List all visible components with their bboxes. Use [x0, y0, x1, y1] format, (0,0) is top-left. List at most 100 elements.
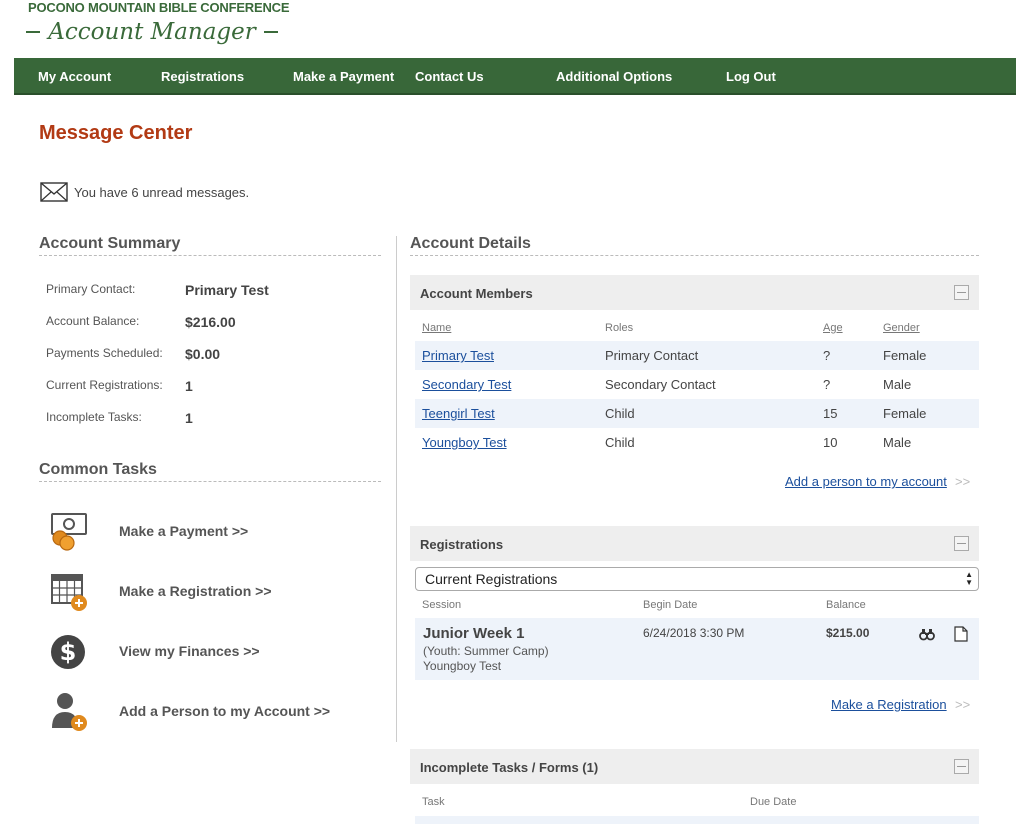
col-age[interactable]: Age: [823, 322, 843, 334]
summary-current-registrations: 1: [185, 378, 193, 394]
table-row: Teengirl Test Child 15 Female: [415, 399, 979, 428]
col-task: Task: [422, 796, 445, 808]
summary-label: Payments Scheduled:: [46, 346, 163, 360]
dollar-icon: $: [51, 635, 85, 669]
registration-filter-value: Current Registrations: [425, 571, 558, 587]
member-gender: Male: [883, 377, 912, 392]
registrations-title: Registrations: [420, 537, 504, 552]
task-view-my-finances[interactable]: $ View my Finances >>: [48, 629, 260, 673]
nav-additional-options[interactable]: Additional Options: [556, 58, 672, 95]
registration-session: Junior Week 1: [423, 625, 525, 642]
member-gender: Female: [883, 348, 927, 363]
table-row: Primary Test Primary Contact ? Female: [415, 341, 979, 370]
add-person-link[interactable]: Add a person to my account: [785, 474, 947, 489]
divider: [39, 481, 381, 482]
member-role: Secondary Contact: [605, 377, 716, 392]
logo-org-name: POCONO MOUNTAIN BIBLE CONFERENCE: [28, 0, 290, 15]
divider: [410, 255, 979, 256]
incomplete-tasks-header: Incomplete Tasks / Forms (1): [410, 749, 979, 784]
member-name-link[interactable]: Youngboy Test: [422, 435, 507, 450]
col-due-date: Due Date: [750, 796, 797, 808]
column-divider: [396, 236, 397, 742]
col-session: Session: [422, 599, 462, 611]
col-name[interactable]: Name: [422, 322, 451, 334]
registration-begin-date: 6/24/2018 3:30 PM: [643, 626, 745, 640]
summary-payments-scheduled: $0.00: [185, 346, 221, 362]
summary-incomplete-tasks: 1: [185, 410, 193, 426]
payment-icon: [51, 513, 87, 551]
add-person-icon: [52, 693, 87, 731]
unread-messages[interactable]: You have 6 unread messages.: [40, 182, 249, 202]
task-add-a-person[interactable]: Add a Person to my Account >>: [48, 689, 330, 733]
member-role: Child: [605, 435, 635, 450]
member-name-link[interactable]: Teengirl Test: [422, 406, 495, 421]
member-name-link[interactable]: Secondary Test: [422, 377, 511, 392]
member-age: ?: [823, 348, 831, 363]
member-age: 10: [823, 435, 838, 450]
member-gender: Male: [883, 435, 912, 450]
document-icon[interactable]: [953, 626, 969, 642]
member-age: 15: [823, 406, 838, 421]
account-members-title: Account Members: [420, 286, 533, 301]
table-row: Youngboy Test Child 10 Male: [415, 428, 979, 457]
account-members-header: Account Members: [410, 275, 979, 310]
page-title: Message Center: [39, 122, 193, 144]
member-name-link[interactable]: Primary Test: [422, 348, 494, 363]
select-arrows-icon: ▲ ▼: [965, 570, 973, 587]
registration-type: (Youth: Summer Camp): [423, 644, 549, 658]
member-age: ?: [823, 377, 831, 392]
member-role: Child: [605, 406, 635, 421]
nav-make-a-payment[interactable]: Make a Payment: [293, 58, 394, 95]
task-label: Make a Registration >>: [119, 583, 272, 599]
task-label: View my Finances >>: [119, 643, 260, 659]
task-label: Add a Person to my Account >>: [119, 703, 331, 719]
account-summary-title: Account Summary: [39, 235, 181, 252]
chevrons: >>: [955, 474, 971, 489]
account-details-title: Account Details: [410, 235, 531, 252]
chevrons: >>: [955, 697, 971, 712]
summary-account-balance: $216.00: [185, 314, 236, 330]
summary-primary-contact: Primary Test: [185, 282, 269, 298]
summary-label: Primary Contact:: [46, 282, 136, 296]
registration-person: Youngboy Test: [423, 659, 502, 673]
main-nav: My Account Registrations Make a Payment …: [14, 58, 1016, 95]
task-label: Make a Payment >>: [119, 523, 249, 539]
nav-registrations[interactable]: Registrations: [161, 58, 244, 95]
task-make-a-payment[interactable]: Make a Payment >>: [48, 509, 248, 553]
logo-app-name: Account Manager: [48, 19, 256, 45]
member-gender: Female: [883, 406, 927, 421]
nav-contact-us[interactable]: Contact Us: [415, 58, 484, 95]
col-balance: Balance: [826, 599, 866, 611]
task-make-a-registration[interactable]: Make a Registration >>: [48, 569, 272, 613]
table-row: Secondary Test Secondary Contact ? Male: [415, 370, 979, 399]
common-tasks-title: Common Tasks: [39, 461, 157, 478]
logo-rule-right: [263, 31, 278, 33]
registrations-header: Registrations: [410, 526, 979, 561]
summary-label: Current Registrations:: [46, 378, 163, 392]
nav-log-out[interactable]: Log Out: [726, 58, 776, 95]
envelope-icon: [40, 182, 68, 202]
nav-my-account[interactable]: My Account: [38, 58, 111, 95]
registration-row: Junior Week 1 (Youth: Summer Camp) Young…: [415, 618, 979, 680]
col-begin-date: Begin Date: [643, 599, 698, 611]
registration-balance: $215.00: [826, 626, 870, 640]
member-role: Primary Contact: [605, 348, 699, 363]
binoculars-icon[interactable]: [919, 626, 935, 642]
incomplete-tasks-title: Incomplete Tasks / Forms (1): [420, 760, 599, 775]
divider: [39, 255, 381, 256]
summary-label: Account Balance:: [46, 314, 140, 328]
calendar-add-icon: [51, 574, 87, 611]
collapse-members-button[interactable]: [954, 285, 969, 300]
logo-rule-left: [26, 31, 41, 33]
summary-label: Incomplete Tasks:: [46, 410, 142, 424]
unread-messages-text: You have 6 unread messages.: [74, 184, 250, 200]
table-row: [415, 816, 979, 824]
make-registration-link[interactable]: Make a Registration: [831, 697, 947, 712]
col-roles: Roles: [605, 322, 634, 334]
collapse-tasks-button[interactable]: [954, 759, 969, 774]
svg-text:$: $: [60, 638, 77, 666]
registration-filter-select[interactable]: Current Registrations ▲ ▼: [415, 567, 979, 591]
col-gender[interactable]: Gender: [883, 322, 920, 334]
logo: POCONO MOUNTAIN BIBLE CONFERENCE Account…: [26, 0, 290, 52]
collapse-registrations-button[interactable]: [954, 536, 969, 551]
